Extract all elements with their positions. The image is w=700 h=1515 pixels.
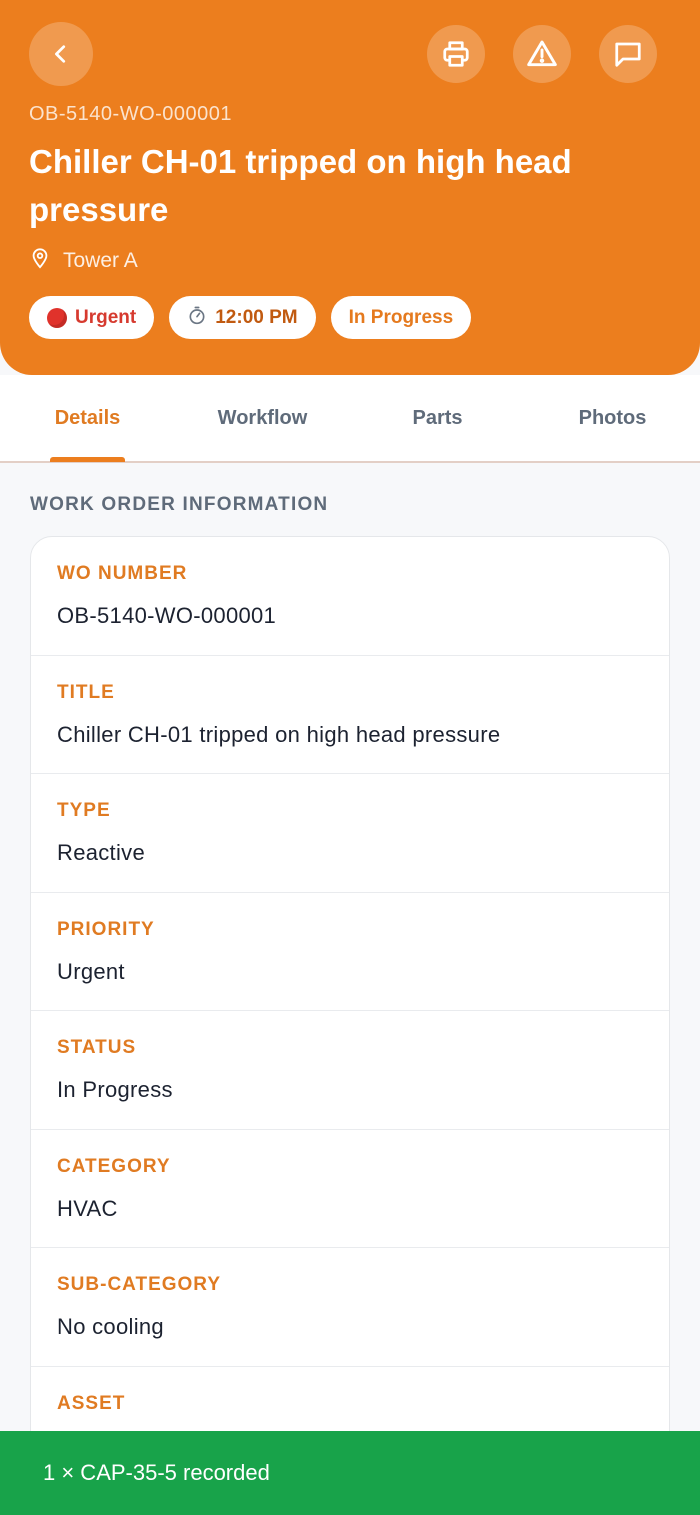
chat-bubble-icon [613,39,643,69]
tab-bar: Details Workflow Parts Photos [0,375,700,463]
field-label: ASSET [57,1392,126,1414]
field-value: In Progress [57,1077,173,1102]
tab-photos[interactable]: Photos [525,375,700,461]
field-label: WO NUMBER [57,563,188,584]
work-order-detail-screen: OB-5140-WO-000001 Chiller CH-01 tripped … [0,0,700,1515]
field-value: OB-5140-WO-000001 [57,603,277,628]
toast-notification[interactable]: 1 × CAP-35-5 recorded [0,1431,700,1515]
comments-button[interactable] [599,25,657,83]
status-badge-label: In Progress [348,306,454,328]
status-pills: Urgent 12:00 PM In Progress [29,296,472,339]
field-label: SUB-CATEGORY [57,1274,221,1295]
red-circle-icon [47,307,67,328]
field-wo-number: WO NUMBER OB-5140-WO-000001 [31,537,669,656]
field-sub-category: SUB-CATEGORY No cooling [31,1248,669,1367]
stopwatch-icon [187,304,207,332]
due-time-label: 12:00 PM [215,306,298,328]
field-value: No cooling [57,1314,164,1339]
tab-details[interactable]: Details [0,375,175,461]
section-title: WORK ORDER INFORMATION [30,494,329,515]
field-status: STATUS In Progress [31,1011,669,1130]
warning-triangle-icon [526,38,558,70]
field-category: CATEGORY HVAC [31,1130,669,1248]
map-pin-icon [29,246,51,276]
priority-badge-label: Urgent [75,306,137,328]
field-label: TYPE [57,800,111,821]
field-type: TYPE Reactive [31,774,669,893]
toast-message: 1 × CAP-35-5 recorded [43,1460,270,1485]
page-title: Chiller CH-01 tripped on high head press… [29,143,572,228]
tab-parts[interactable]: Parts [350,375,525,461]
field-label: PRIORITY [57,918,155,940]
field-title: TITLE Chiller CH-01 tripped on high head… [31,656,669,774]
priority-badge: Urgent [29,296,155,339]
field-value: Reactive [57,840,145,865]
field-label: TITLE [57,681,115,703]
field-value: Chiller CH-01 tripped on high head press… [57,721,501,747]
report-issue-button[interactable] [513,25,571,83]
back-button[interactable] [29,22,93,86]
field-priority: PRIORITY Urgent [31,893,669,1011]
due-time-badge: 12:00 PM [169,296,316,339]
chevron-left-icon [50,43,72,65]
field-label: CATEGORY [57,1155,171,1177]
active-tab-indicator [50,457,125,462]
work-order-info-card: WO NUMBER OB-5140-WO-000001 TITLE Chille… [30,536,670,1515]
status-badge: In Progress [330,296,472,339]
work-order-code: OB-5140-WO-000001 [29,103,233,125]
field-value: HVAC [57,1195,118,1221]
field-value: Urgent [57,958,125,984]
location-label: Tower A [63,249,138,272]
tab-workflow[interactable]: Workflow [175,375,350,461]
printer-icon [441,39,471,69]
print-button[interactable] [427,25,485,83]
field-label: STATUS [57,1037,137,1058]
work-order-header: OB-5140-WO-000001 Chiller CH-01 tripped … [0,0,700,375]
location-row: Tower A [29,246,138,276]
